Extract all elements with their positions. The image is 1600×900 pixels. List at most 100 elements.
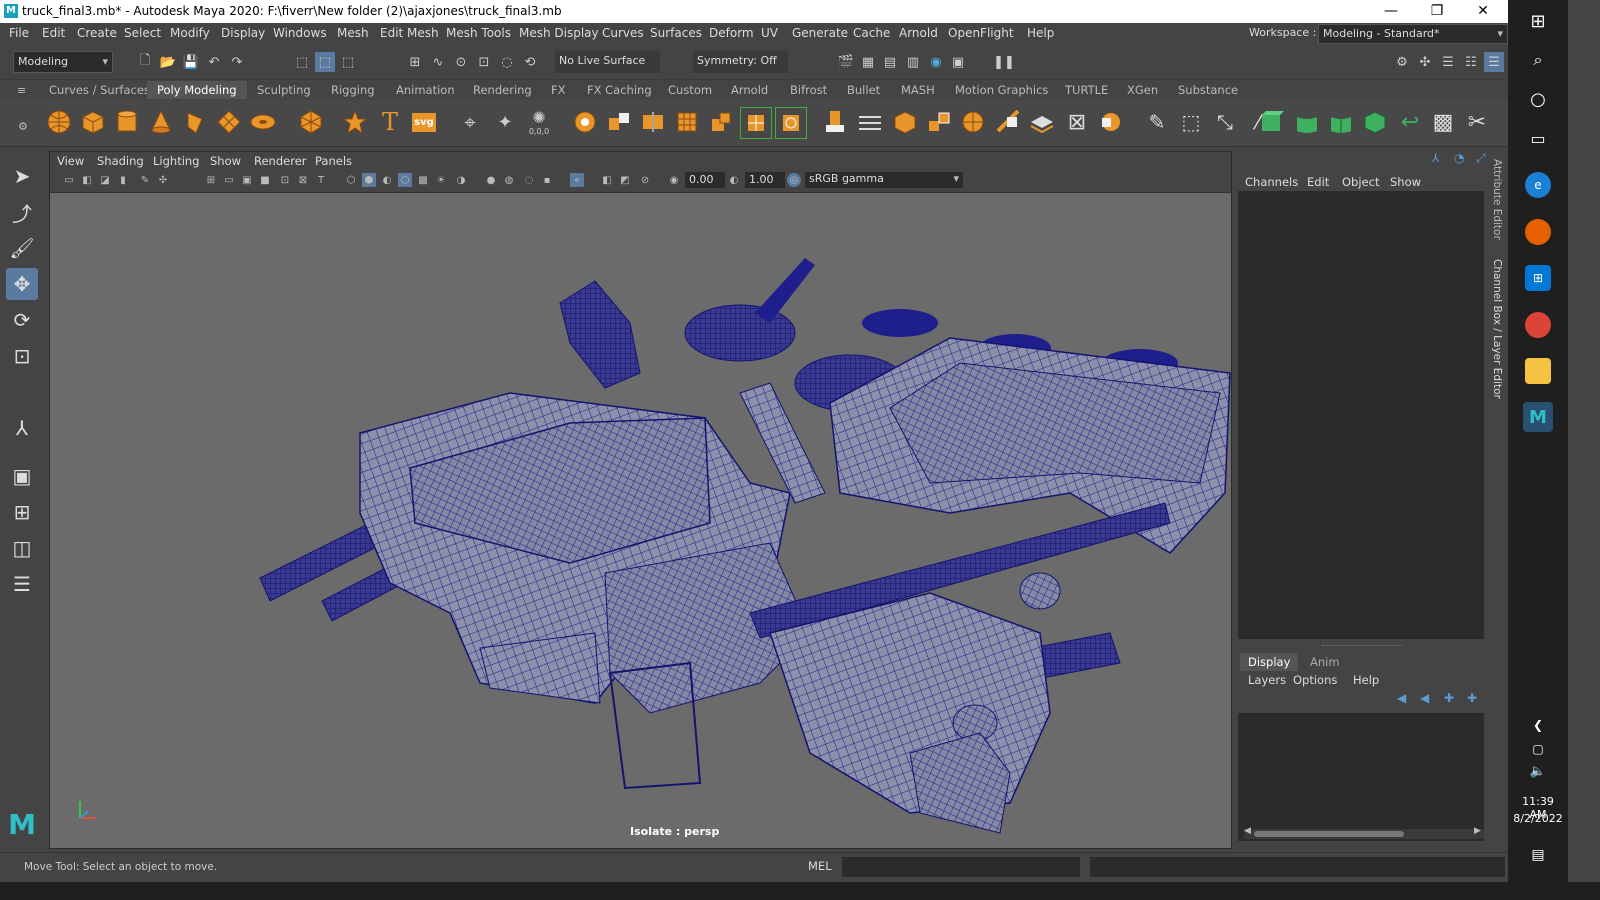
depth-of-field-icon[interactable]: ▪ <box>540 173 554 187</box>
fill-hole-icon[interactable] <box>958 107 988 137</box>
uv-sew-icon[interactable]: ✂ <box>1462 107 1492 137</box>
render-pause-icon[interactable]: ❚❚ <box>993 52 1015 72</box>
poly-cone-icon[interactable] <box>146 107 176 137</box>
exposure-icon[interactable]: ◉ <box>667 173 681 187</box>
shelf-tab-poly-modeling[interactable]: Poly Modeling <box>147 81 247 99</box>
menu-surfaces[interactable]: Surfaces <box>650 26 702 40</box>
grease-pencil-icon[interactable]: ✎ <box>138 173 152 187</box>
file-explorer-icon[interactable] <box>1525 358 1551 384</box>
channels-object-menu[interactable]: Object <box>1342 175 1379 189</box>
windows-start-icon[interactable]: ⊞ <box>1525 8 1551 34</box>
single-view-layout-icon[interactable]: ▣ <box>6 460 38 492</box>
remesh-icon[interactable] <box>740 107 772 139</box>
menu-arnold[interactable]: Arnold <box>899 26 938 40</box>
quad-draw-icon[interactable]: ✎ <box>1142 107 1172 137</box>
menu-curves[interactable]: Curves <box>602 26 644 40</box>
menu-modify[interactable]: Modify <box>170 26 210 40</box>
outliner-layout-icon[interactable]: ☰ <box>6 568 38 600</box>
film-gate-icon[interactable]: ▭ <box>222 173 236 187</box>
show-manipulator-icon[interactable]: ⅄ <box>6 412 38 444</box>
chevron-left-icon[interactable]: ❮ <box>1525 712 1551 738</box>
combine-icon[interactable] <box>570 107 600 137</box>
connect-icon[interactable]: ⊠ <box>1062 107 1092 137</box>
panel-menu-lighting[interactable]: Lighting <box>153 154 199 168</box>
shelf-tab-bullet[interactable]: Bullet <box>847 83 880 97</box>
retopologize-icon[interactable] <box>775 107 807 139</box>
shelf-tab-animation[interactable]: Animation <box>396 83 455 97</box>
multi-cut-icon[interactable] <box>993 107 1023 137</box>
menu-mesh-tools[interactable]: Mesh Tools <box>446 26 511 40</box>
firefox-icon[interactable] <box>1525 219 1551 245</box>
menu-mesh-display[interactable]: Mesh Display <box>519 26 599 40</box>
layer-editor-splitter[interactable] <box>1322 645 1402 648</box>
reduce-icon[interactable] <box>706 107 736 137</box>
separate-icon[interactable] <box>604 107 634 137</box>
text-tool-icon[interactable]: T <box>375 107 405 137</box>
xray-joints-icon[interactable]: ◩ <box>618 173 632 187</box>
shelf-tab-bifrost[interactable]: Bifrost <box>790 83 827 97</box>
camera-attributes-icon[interactable]: ▭ <box>62 173 76 187</box>
paint-select-tool-icon[interactable]: 🖌 <box>6 232 38 264</box>
isolate-select-icon[interactable]: ⌖ <box>570 173 584 187</box>
snap-vertex-icon[interactable]: ⟲ <box>520 52 540 72</box>
save-scene-icon[interactable]: 💾 <box>181 52 201 72</box>
menu-windows[interactable]: Windows <box>273 26 327 40</box>
menu-file[interactable]: File <box>9 26 29 40</box>
two-view-layout-icon[interactable]: ◫ <box>6 532 38 564</box>
extrude-icon[interactable] <box>820 107 850 137</box>
gamma-icon[interactable]: ◐ <box>727 173 741 187</box>
shelf-tab-rigging[interactable]: Rigging <box>331 83 375 97</box>
cortana-icon[interactable]: ○ <box>1525 86 1551 112</box>
textured-icon[interactable]: ▩ <box>416 173 430 187</box>
live-surface-field[interactable]: No Live Surface <box>555 51 660 73</box>
menu-generate[interactable]: Generate <box>792 26 848 40</box>
command-language-label[interactable]: MEL <box>808 859 832 873</box>
command-input[interactable] <box>842 857 1080 877</box>
mirror-icon[interactable] <box>638 107 668 137</box>
gamma-field[interactable]: 1.00 <box>745 172 785 188</box>
character-controls-icon[interactable]: ✣ <box>1415 52 1435 72</box>
channels-menu[interactable]: Channels <box>1245 175 1298 189</box>
default-material-icon[interactable]: ◐ <box>380 173 394 187</box>
menu-deform[interactable]: Deform <box>709 26 754 40</box>
snap-view-icon[interactable]: ⊡ <box>474 52 494 72</box>
panel-menu-renderer[interactable]: Renderer <box>254 154 307 168</box>
layer-list[interactable] <box>1238 713 1484 841</box>
safe-action-icon[interactable]: ⊠ <box>296 173 310 187</box>
poly-plane-icon[interactable] <box>214 107 244 137</box>
shelf-tab-rendering[interactable]: Rendering <box>473 83 532 97</box>
menu-edit-mesh[interactable]: Edit Mesh <box>380 26 439 40</box>
motion-blur-icon[interactable]: ◍ <box>502 173 516 187</box>
super-shape-icon[interactable] <box>340 107 370 137</box>
smooth-shading-icon[interactable]: ⬢ <box>362 173 376 187</box>
move-layer-up-icon[interactable]: ◀ <box>1397 691 1406 705</box>
select-tool-icon[interactable]: ➤ <box>6 160 38 192</box>
attribute-editor-tab[interactable]: Attribute Editor <box>1491 159 1503 240</box>
target-weld-icon[interactable] <box>1027 107 1057 137</box>
sweep-mesh-icon[interactable]: ⌖ <box>455 107 485 137</box>
chrome-icon[interactable] <box>1525 312 1551 338</box>
append-polygon-icon[interactable] <box>924 107 954 137</box>
exposure-field[interactable]: 0.00 <box>685 172 725 188</box>
hypershade-icon[interactable]: ◉ <box>926 52 946 72</box>
menu-mesh[interactable]: Mesh <box>337 26 369 40</box>
maya-taskbar-icon[interactable]: M <box>1523 402 1553 432</box>
layers-menu[interactable]: Layers <box>1248 673 1286 687</box>
volume-icon[interactable]: 🔈 <box>1525 758 1551 784</box>
move-tool-icon[interactable]: ✥ <box>6 268 38 300</box>
channel-box-help-icon[interactable]: ◔ <box>1454 151 1464 165</box>
store-icon[interactable]: ⊞ <box>1525 265 1551 291</box>
snap-grid-icon[interactable]: ⊞ <box>405 52 425 72</box>
task-view-icon[interactable]: ▭ <box>1525 125 1551 151</box>
panel-menu-show[interactable]: Show <box>210 154 241 168</box>
anti-aliasing-icon[interactable]: ◌ <box>522 173 536 187</box>
layer-tab-anim[interactable]: Anim <box>1310 655 1340 669</box>
layer-scrollbar[interactable]: ◀ ▶ <box>1244 826 1484 839</box>
poly-sphere-icon[interactable] <box>44 107 74 137</box>
shelf-tab-arnold[interactable]: Arnold <box>731 83 768 97</box>
lasso-tool-icon[interactable]: ⤴ <box>6 196 38 228</box>
bridge-icon[interactable] <box>855 107 885 137</box>
shelf-settings-icon[interactable]: ⚙ <box>18 120 28 133</box>
poly-cylinder-icon[interactable] <box>112 107 142 137</box>
image-plane-icon[interactable]: ◪ <box>98 173 112 187</box>
